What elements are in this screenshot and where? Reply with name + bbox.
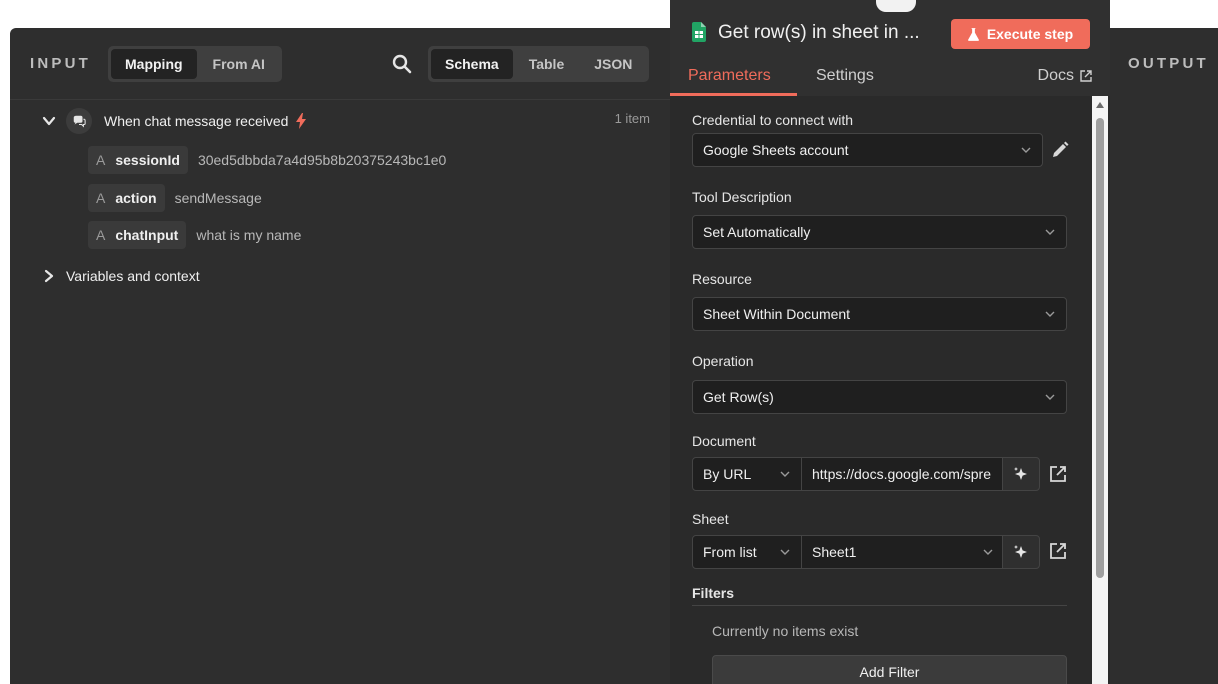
resource-value: Sheet Within Document <box>703 306 851 322</box>
document-label: Document <box>692 433 756 449</box>
scrollbar[interactable] <box>1092 96 1108 684</box>
tab-parameters[interactable]: Parameters <box>688 67 771 85</box>
output-panel-title: OUTPUT <box>1128 55 1209 72</box>
add-filter-label: Add Filter <box>859 664 920 680</box>
lightning-icon <box>296 113 307 129</box>
field-pill[interactable]: A sessionId <box>88 146 188 174</box>
docs-link[interactable]: Docs <box>1038 67 1092 85</box>
top-strip <box>0 0 670 28</box>
filters-label: Filters <box>692 585 735 601</box>
trigger-tree-row[interactable]: When chat message received <box>42 108 307 134</box>
field-pill[interactable]: A action <box>88 184 165 212</box>
document-url-value: https://docs.google.com/spre <box>812 466 991 482</box>
scroll-up-arrow-icon[interactable] <box>1095 100 1105 110</box>
input-panel: INPUT Mapping From AI Schema Table JSON <box>10 28 670 684</box>
google-sheets-icon <box>692 22 706 42</box>
document-url-input[interactable]: https://docs.google.com/spre <box>801 457 1007 491</box>
document-mode-value: By URL <box>703 466 752 482</box>
credential-value: Google Sheets account <box>703 142 849 158</box>
item-count-badge: 1 item <box>614 111 650 126</box>
resource-select[interactable]: Sheet Within Document <box>692 297 1067 331</box>
variables-label: Variables and context <box>66 268 200 284</box>
tool-description-label: Tool Description <box>692 189 792 205</box>
docs-label: Docs <box>1037 67 1074 84</box>
operation-label: Operation <box>692 353 754 369</box>
trigger-label: When chat message received <box>104 113 289 129</box>
input-panel-title: INPUT <box>30 55 91 72</box>
external-link-icon[interactable] <box>1049 542 1067 560</box>
mapping-mode-toggle: Mapping From AI <box>108 46 282 82</box>
schema-field-row[interactable]: A action sendMessage <box>88 184 262 212</box>
sheet-label: Sheet <box>692 511 729 527</box>
field-value: what is my name <box>196 227 302 243</box>
chevron-down-icon <box>983 549 993 555</box>
field-key: action <box>115 190 157 206</box>
input-panel-header: INPUT Mapping From AI Schema Table JSON <box>10 28 670 100</box>
chevron-down-icon <box>1045 311 1055 317</box>
field-value: 30ed5dbbda7a4d95b8b20375243bc1e0 <box>197 152 447 168</box>
resource-label: Resource <box>692 271 752 287</box>
node-title[interactable]: Get row(s) in sheet in ... <box>718 22 920 44</box>
top-strip-right <box>1110 0 1218 28</box>
external-link-icon[interactable] <box>1049 465 1067 483</box>
flask-icon <box>967 27 979 41</box>
scrollbar-thumb[interactable] <box>1096 118 1104 578</box>
ndv-window: INPUT Mapping From AI Schema Table JSON <box>0 0 1218 684</box>
output-panel: OUTPUT <box>1110 28 1218 684</box>
chevron-down-icon[interactable] <box>42 114 56 128</box>
filters-empty-text: Currently no items exist <box>712 623 859 639</box>
external-link-icon <box>1080 70 1092 82</box>
tab-schema[interactable]: Schema <box>431 49 513 79</box>
schema-field-row[interactable]: A chatInput what is my name <box>88 221 301 249</box>
tab-table[interactable]: Table <box>515 49 579 79</box>
document-ai-button[interactable] <box>1002 457 1040 491</box>
tool-description-select[interactable]: Set Automatically <box>692 215 1067 249</box>
chevron-down-icon <box>780 471 790 477</box>
tab-settings[interactable]: Settings <box>816 67 874 85</box>
string-type-icon: A <box>96 190 106 206</box>
tab-from-ai[interactable]: From AI <box>199 49 279 79</box>
node-parameters-panel: Get row(s) in sheet in ... Execute step … <box>670 0 1110 684</box>
active-tab-indicator <box>670 93 797 96</box>
chat-bubble-icon <box>66 108 92 134</box>
sparkle-icon <box>1014 545 1027 558</box>
add-filter-button[interactable]: Add Filter <box>712 655 1067 684</box>
sheet-value: Sheet1 <box>812 544 857 560</box>
chevron-right-icon[interactable] <box>42 269 56 283</box>
document-mode-select[interactable]: By URL <box>692 457 802 491</box>
sheet-ai-button[interactable] <box>1002 535 1040 569</box>
chevron-down-icon <box>780 549 790 555</box>
filters-divider <box>692 605 1067 606</box>
credential-label: Credential to connect with <box>692 112 854 128</box>
execute-step-label: Execute step <box>986 26 1074 42</box>
operation-select[interactable]: Get Row(s) <box>692 380 1067 414</box>
tab-mapping[interactable]: Mapping <box>111 49 197 79</box>
field-key: chatInput <box>115 227 179 243</box>
schema-field-row[interactable]: A sessionId 30ed5dbbda7a4d95b8b20375243b… <box>88 146 446 174</box>
pencil-icon[interactable] <box>1051 141 1069 159</box>
tool-description-value: Set Automatically <box>703 224 811 240</box>
view-mode-toggle: Schema Table JSON <box>428 46 650 82</box>
field-key: sessionId <box>115 152 180 168</box>
execute-step-button[interactable]: Execute step <box>951 19 1090 49</box>
chevron-down-icon <box>1045 229 1055 235</box>
string-type-icon: A <box>96 227 106 243</box>
credential-select[interactable]: Google Sheets account <box>692 133 1043 167</box>
drag-handle[interactable] <box>876 0 916 12</box>
sheet-mode-value: From list <box>703 544 757 560</box>
node-header: Get row(s) in sheet in ... Execute step … <box>670 0 1110 96</box>
sheet-mode-select[interactable]: From list <box>692 535 802 569</box>
variables-tree-row[interactable]: Variables and context <box>42 268 200 284</box>
chevron-down-icon <box>1021 147 1031 153</box>
field-value: sendMessage <box>174 190 262 206</box>
search-icon[interactable] <box>392 54 412 74</box>
sheet-select[interactable]: Sheet1 <box>801 535 1005 569</box>
tab-json[interactable]: JSON <box>580 49 646 79</box>
string-type-icon: A <box>96 152 106 168</box>
operation-value: Get Row(s) <box>703 389 774 405</box>
field-pill[interactable]: A chatInput <box>88 221 187 249</box>
sparkle-icon <box>1014 467 1027 480</box>
chevron-down-icon <box>1045 394 1055 400</box>
